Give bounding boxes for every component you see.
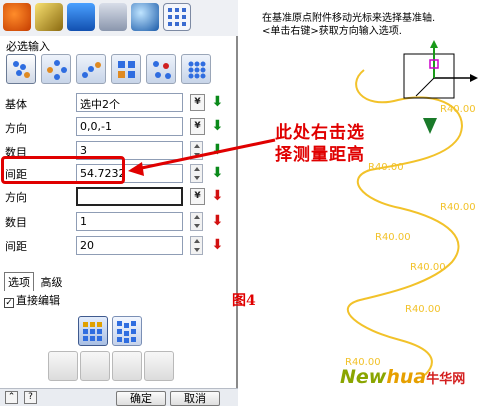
hint-line-2: <单击右键>获取方向输入选项. (262, 26, 402, 37)
down-arrow-icon[interactable]: ⬇ (210, 118, 225, 135)
shape-boss-icon[interactable] (80, 351, 110, 381)
site-watermark: Newhua牛华网 (340, 366, 465, 388)
model-viewport[interactable]: 在基准原点附件移动光标来选择基准轴. <单击右键>获取方向输入选项. (240, 0, 500, 406)
tool-settings-icon[interactable] (3, 3, 31, 31)
annotation-callout: 此处右击选 择测量距高 (275, 122, 365, 166)
watermark-part-1: New (340, 366, 387, 388)
down-arrow-red-icon[interactable]: ⬇ (210, 188, 225, 205)
hint-line-1: 在基准原点附件移动光标来选择基准轴. (262, 13, 436, 24)
curve-pattern-button[interactable] (76, 54, 106, 84)
table-pattern-icon (188, 61, 206, 79)
direction2-label: 方向 (5, 191, 27, 204)
shape-hole-icon[interactable] (144, 351, 174, 381)
shape-cylinder-icon[interactable] (48, 351, 78, 381)
tab-advanced[interactable]: 高级 (38, 273, 66, 291)
chevron-double-icon[interactable]: ¥ (190, 188, 205, 205)
direction2-field[interactable] (76, 187, 183, 206)
down-arrow-icon[interactable]: ⬇ (210, 142, 225, 159)
top-toolbar (0, 0, 238, 36)
fill-pattern-button[interactable] (111, 54, 141, 84)
grid-pattern-icon[interactable] (163, 3, 191, 31)
circular-pattern-button[interactable] (41, 54, 71, 84)
figure-label: 图4 (232, 293, 256, 309)
table-pattern-button[interactable] (181, 54, 211, 84)
status-hint: 在基准原点附件移动光标来选择基准轴. <单击右键>获取方向输入选项. (262, 12, 492, 38)
help-icon[interactable]: ? (24, 391, 37, 404)
pattern-grid-button[interactable] (78, 316, 108, 346)
spacing2-spinner[interactable] (190, 236, 203, 255)
chevron-double-icon[interactable]: ¥ (190, 94, 205, 111)
down-arrow-red-icon[interactable]: ⬇ (210, 237, 225, 254)
fill-pattern-icon (118, 61, 135, 78)
sphere-icon[interactable] (131, 3, 159, 31)
spacing2-label: 间距 (5, 240, 27, 253)
collapse-icon[interactable]: ⌃ (5, 391, 18, 404)
direct-edit-row: ✓ 直接编辑 (4, 292, 60, 308)
spacing-spinner[interactable] (190, 164, 203, 183)
glasses-icon[interactable] (99, 3, 127, 31)
curve-pattern-icon (82, 62, 101, 78)
cancel-button[interactable]: 取消 (170, 391, 220, 406)
layers-icon[interactable] (67, 3, 95, 31)
callout-line-1: 此处右击选 (275, 123, 365, 143)
linear-pattern-icon (13, 61, 30, 78)
watermark-part-3: 牛华网 (426, 372, 466, 387)
ok-button[interactable]: 确定 (116, 391, 166, 406)
direct-edit-checkbox[interactable]: ✓ (4, 298, 14, 308)
down-arrow-icon[interactable]: ⬇ (210, 94, 225, 111)
pattern-variable-button[interactable] (112, 316, 142, 346)
base-field[interactable]: 选中2个 (76, 93, 183, 112)
shape-cut-icon[interactable] (112, 351, 142, 381)
direction-label: 方向 (5, 122, 27, 135)
surface-pattern-button[interactable] (146, 54, 176, 84)
count2-spinner[interactable] (190, 212, 203, 231)
spacing2-field[interactable]: 20 (76, 236, 183, 255)
callout-line-2: 择测量距高 (275, 145, 365, 165)
watermark-part-2: hua (386, 366, 427, 388)
surface-pattern-icon (153, 61, 171, 79)
variable-grid-icon (117, 321, 136, 343)
spacing-highlight-box (1, 156, 125, 184)
count2-field[interactable]: 1 (76, 212, 183, 231)
section-title: 必选输入 (6, 40, 50, 53)
direct-edit-label: 直接编辑 (16, 294, 60, 307)
count-spinner[interactable] (190, 141, 203, 160)
direction-field[interactable]: 0,0,-1 (76, 117, 183, 136)
grid-icon (83, 322, 102, 341)
base-label: 基体 (5, 98, 27, 111)
linear-pattern-button[interactable] (6, 54, 36, 84)
circular-pattern-icon (47, 60, 67, 80)
pattern-type-toolbar (6, 54, 212, 88)
down-arrow-icon[interactable]: ⬇ (210, 165, 225, 182)
down-arrow-red-icon[interactable]: ⬇ (210, 213, 225, 230)
edit-pen-icon[interactable] (35, 3, 63, 31)
option-tabs: 选项 高级 (4, 272, 66, 291)
dialog-bottom-bar: ⌃ ? 确定 取消 (0, 388, 238, 406)
chevron-double-icon[interactable]: ¥ (190, 118, 205, 135)
tab-options[interactable]: 选项 (4, 272, 34, 291)
count2-label: 数目 (5, 216, 27, 229)
feature-panel: 必选输入 基体 选中2个 ¥ ⬇ 方向 0,0,-1 ¥ ⬇ 数目 3 ⬇ 间距… (0, 0, 238, 406)
